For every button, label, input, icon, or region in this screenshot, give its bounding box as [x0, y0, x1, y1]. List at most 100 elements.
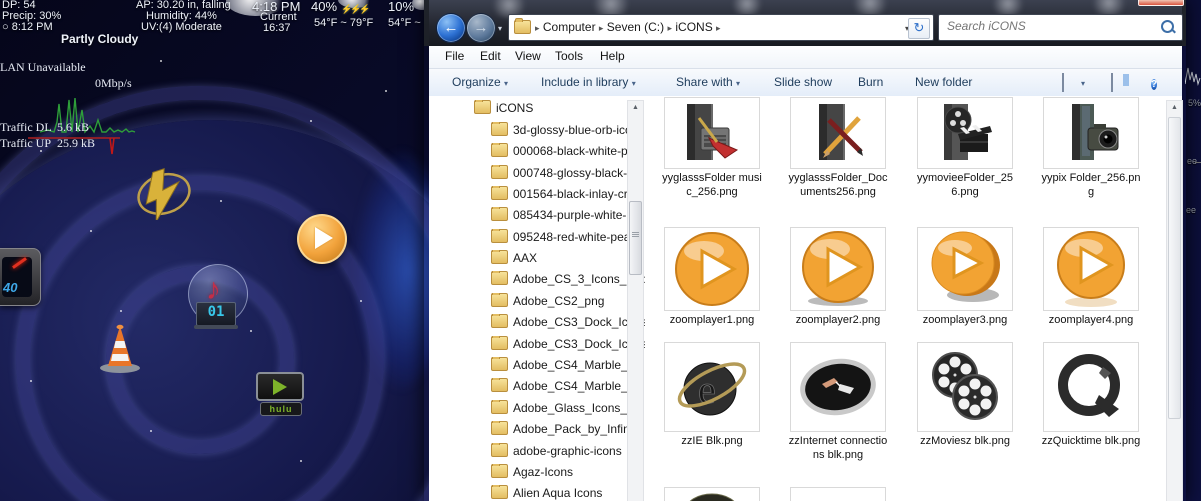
share-with-button[interactable]: Share with ▾	[676, 75, 740, 89]
file-tile[interactable]: yymovieeFolder_256.png	[913, 97, 1017, 200]
content-scrollbar-thumb[interactable]	[1168, 117, 1181, 419]
file-name: zoomplayer1.png	[669, 314, 755, 326]
burn-button[interactable]: Burn	[858, 75, 883, 89]
music-counter: 01	[194, 302, 238, 329]
tree-item[interactable]: Adobe_CS3_Dock_Icons	[491, 314, 645, 334]
address-bar[interactable]: ▸ Computer ▸ Seven (C:) ▸ iCONS ▸ ▾ ↻	[508, 14, 934, 41]
hulu-icon[interactable]: hulu	[256, 372, 304, 416]
tree-root[interactable]: iCONS	[474, 100, 645, 120]
file-tile[interactable]: e zzIE Blk.png	[660, 342, 764, 449]
lan-status: LAN Unavailable	[0, 60, 86, 74]
film-reels-icon	[917, 342, 1013, 432]
file-tile[interactable]: zzInternet connections blk.png	[786, 342, 890, 463]
tree-item[interactable]: 085434-purple-white-p	[491, 207, 645, 227]
uv-index: UV:(4) Moderate	[141, 21, 222, 33]
views-dropdown-icon[interactable]: ▾	[1081, 75, 1085, 89]
file-tile[interactable]: yyglasssFolder music_256.png	[660, 97, 764, 200]
breadcrumb-computer[interactable]: Computer	[543, 20, 596, 34]
include-in-library-button[interactable]: Include in library ▾	[541, 75, 636, 89]
scroll-up-icon[interactable]: ▲	[1167, 101, 1182, 115]
scroll-up-icon[interactable]: ▲	[628, 101, 643, 115]
tree-scrollbar-thumb[interactable]	[629, 201, 642, 275]
vlc-cone-icon[interactable]	[98, 322, 142, 374]
file-tile[interactable]: zoomplayer4.png	[1039, 227, 1143, 328]
menu-edit[interactable]: Edit	[480, 49, 501, 63]
preview-pane-icon[interactable]	[1111, 73, 1129, 92]
tree-item[interactable]: 000068-black-white-pe	[491, 143, 645, 163]
file-name: zzInternet connections blk.png	[788, 435, 888, 461]
tree-item[interactable]: Adobe_CS2_png	[491, 293, 645, 313]
history-dropdown-icon[interactable]: ▾	[498, 24, 502, 33]
net-rate: 0Mbp/s	[95, 76, 132, 90]
tree-item[interactable]: Adobe_CS3_Dock_Icons	[491, 336, 645, 356]
file-tile[interactable]: zoomplayer1.png	[660, 227, 764, 328]
file-tile-partial[interactable]	[786, 487, 890, 501]
file-tile[interactable]: zoomplayer2.png	[786, 227, 890, 328]
gauge-value: 40	[3, 280, 18, 295]
tree-item[interactable]: Adobe_CS_3_Icons_Rep	[491, 271, 645, 291]
file-name: zoomplayer2.png	[795, 314, 881, 326]
tree-item[interactable]: 001564-black-inlay-crys	[491, 186, 645, 206]
file-tile[interactable]: yyglasssFolder_Documents256.png	[786, 97, 890, 200]
folder-tree: iCONS 3d-glossy-blue-orb-ico 000068-blac…	[429, 96, 645, 501]
close-button-sliver[interactable]	[1138, 0, 1184, 6]
tree-item[interactable]: 3d-glossy-blue-orb-ico	[491, 122, 645, 142]
search-input[interactable]	[945, 18, 1149, 34]
tree-item[interactable]: Agaz-Icons	[491, 464, 645, 484]
file-name: yypix Folder_256.png	[1041, 172, 1141, 198]
tree-item[interactable]: Adobe_Glass_Icons_ver	[491, 400, 645, 420]
file-tile[interactable]: zzQuicktime blk.png	[1039, 342, 1143, 449]
menu-view[interactable]: View	[515, 49, 541, 63]
tree-item[interactable]: Adobe_Pack_by_Infinity	[491, 421, 645, 441]
quicktime-icon	[1043, 342, 1139, 432]
breadcrumb: ▸ Computer ▸ Seven (C:) ▸ iCONS ▸	[535, 20, 721, 34]
views-icon[interactable]	[1062, 73, 1080, 92]
explorer-window: ← → ▾ ▸ Computer ▸ Seven (C:) ▸ iCONS ▸ …	[424, 0, 1186, 501]
file-tile[interactable]: yypix Folder_256.png	[1039, 97, 1143, 200]
tree-item[interactable]: adobe-graphic-icons	[491, 443, 645, 463]
menu-help[interactable]: Help	[600, 49, 625, 63]
forward-button[interactable]: →	[466, 13, 496, 43]
menu-bar: File Edit View Tools Help	[429, 46, 1182, 69]
condition: Partly Cloudy	[61, 32, 139, 46]
tree-item[interactable]: AAX	[491, 250, 645, 270]
file-tile[interactable]: zoomplayer3.png	[913, 227, 1017, 328]
tree-item[interactable]: Adobe_CS4_Marble_Ico	[491, 378, 645, 398]
file-tile[interactable]: zzMoviesz blk.png	[913, 342, 1017, 449]
help-icon[interactable]: ?	[1151, 74, 1169, 90]
today-pop: 40%	[311, 0, 338, 14]
search-icon[interactable]	[1161, 20, 1174, 33]
next-range: 54°F ~	[388, 17, 421, 29]
breadcrumb-arrow-icon: ▸	[716, 23, 721, 33]
menu-tools[interactable]: Tools	[555, 49, 583, 63]
play-orb-icon[interactable]	[297, 214, 347, 264]
file-name: yyglasssFolder music_256.png	[662, 172, 762, 198]
organize-button[interactable]: Organize ▾	[452, 75, 508, 89]
play-orb-icon	[1043, 227, 1139, 311]
today-range: 54°F ~ 79°F	[314, 17, 374, 29]
refresh-button[interactable]: ↻	[908, 18, 930, 39]
new-folder-button[interactable]: New folder	[915, 75, 972, 89]
clock-24h: 16:37	[263, 22, 291, 34]
traffic-dl-label: Traffic DL	[0, 120, 52, 134]
slide-show-button[interactable]: Slide show	[774, 75, 832, 89]
file-tile-partial[interactable]	[660, 487, 764, 501]
content-scrollbar[interactable]: ▲	[1166, 100, 1183, 501]
file-name: zzMoviesz blk.png	[920, 435, 1010, 447]
tree-item[interactable]: 000748-glossy-black-co	[491, 165, 645, 185]
tree-scrollbar[interactable]: ▲	[627, 100, 644, 501]
flash-bolt-icon[interactable]	[136, 168, 192, 220]
tree-item[interactable]: 095248-red-white-pearl	[491, 229, 645, 249]
breadcrumb-folder[interactable]: iCONS	[675, 20, 712, 34]
tree-item[interactable]: Alien Aqua Icons	[491, 485, 645, 501]
camera-folder-icon	[1043, 97, 1139, 169]
back-button[interactable]: ←	[436, 13, 466, 43]
waveform-fragment	[1185, 67, 1201, 86]
traffic-up-value: 25.9 kB	[57, 136, 96, 150]
next-pop: 10%	[388, 0, 415, 14]
menu-file[interactable]: File	[445, 49, 464, 63]
search-box	[938, 14, 1183, 41]
movie-folder-icon	[917, 97, 1013, 169]
breadcrumb-drive[interactable]: Seven (C:)	[607, 20, 664, 34]
tree-item[interactable]: Adobe_CS4_Marble_Ico	[491, 357, 645, 377]
